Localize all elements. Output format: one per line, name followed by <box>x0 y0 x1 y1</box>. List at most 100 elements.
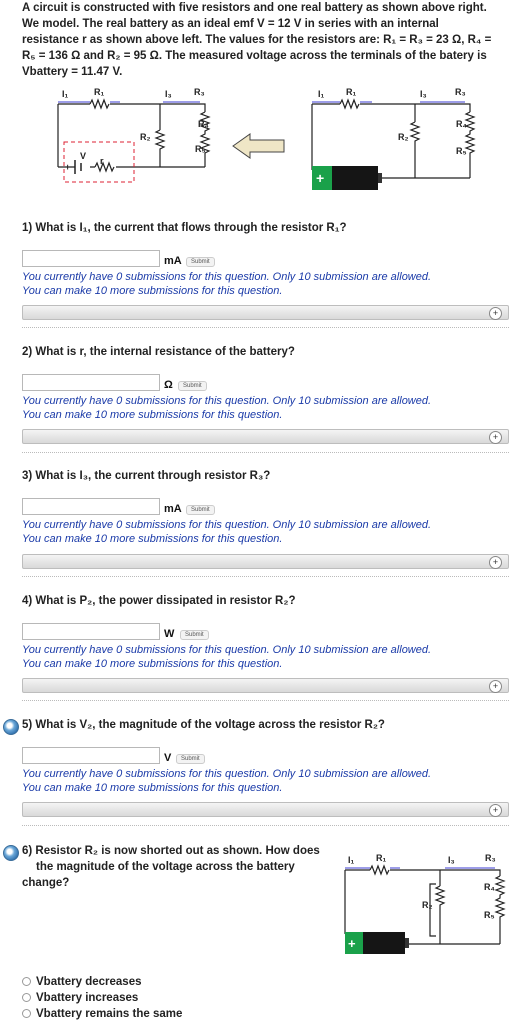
hint-bar-q3[interactable]: + <box>22 554 509 569</box>
submission-count-text: You currently have 0 submissions for thi… <box>22 768 432 780</box>
radio-button[interactable] <box>22 993 31 1003</box>
label-I3: I₃ <box>448 855 455 865</box>
label-R1: R₁ <box>94 87 104 97</box>
expand-icon[interactable]: + <box>489 556 502 569</box>
submission-status: You currently have 0 submissions for thi… <box>22 270 431 298</box>
answer-input-q3[interactable] <box>22 498 160 515</box>
divider <box>22 327 509 328</box>
expand-icon[interactable]: + <box>489 431 502 444</box>
label-R1: R₁ <box>376 853 386 863</box>
hint-bar-q2[interactable]: + <box>22 429 509 444</box>
option-label: Vbattery remains the same <box>36 1008 183 1020</box>
answer-input-q2[interactable] <box>22 374 160 391</box>
option-label: Vbattery increases <box>36 992 139 1004</box>
submit-button-q3[interactable]: Submit <box>186 505 215 515</box>
unit-label: mA <box>164 255 182 267</box>
submit-button-q5[interactable]: Submit <box>176 754 205 764</box>
intro-line: Vbattery = 11.47 V. <box>22 66 123 78</box>
expand-icon[interactable]: + <box>489 804 502 817</box>
question-5: 5) What is V₂, the magnitude of the volt… <box>22 719 385 731</box>
label-R4: R₄ <box>484 882 495 892</box>
divider <box>22 452 509 453</box>
submissions-remaining-text: You can make 10 more submissions for thi… <box>22 285 283 297</box>
unit-label: V <box>164 752 172 764</box>
question-6-line: change? <box>22 877 70 889</box>
submissions-remaining-text: You can make 10 more submissions for thi… <box>22 782 283 794</box>
arrow-icon <box>232 133 285 159</box>
option-remains-same[interactable]: Vbattery remains the same <box>22 1008 182 1020</box>
label-R4: R₄ <box>198 119 209 129</box>
label-R1: R₁ <box>346 87 356 97</box>
submission-count-text: You currently have 0 submissions for thi… <box>22 271 432 283</box>
question-2: 2) What is r, the internal resistance of… <box>22 346 295 358</box>
submission-status: You currently have 0 submissions for thi… <box>22 518 431 546</box>
hint-bar-q4[interactable]: + <box>22 678 509 693</box>
unit-label: mA <box>164 503 182 515</box>
submission-status: You currently have 0 submissions for thi… <box>22 643 431 671</box>
submissions-remaining-text: You can make 10 more submissions for thi… <box>22 658 283 670</box>
question-1: 1) What is I₁, the current that flows th… <box>22 222 347 234</box>
label-R3: R₃ <box>485 853 496 863</box>
divider <box>22 576 509 577</box>
label-R3: R₃ <box>455 87 466 97</box>
submit-button-q1[interactable]: Submit <box>186 257 215 267</box>
battery-icon: + <box>312 166 382 190</box>
question-6-line: the magnitude of the voltage across the … <box>36 861 295 873</box>
hint-bar-q1[interactable]: + <box>22 305 509 320</box>
shorted-circuit-diagram: + I₁ R₁ I₃ R₃ R₄ R₂ R₅ <box>344 853 506 954</box>
svg-text:+: + <box>348 936 356 951</box>
option-label: Vbattery decreases <box>36 976 142 988</box>
question-3: 3) What is I₃, the current through resis… <box>22 470 271 482</box>
problem-statement: A circuit is constructed with five resis… <box>22 0 522 80</box>
label-r: r <box>100 156 104 166</box>
intro-line: R₅ = 136 Ω and R₂ = 95 Ω. The measured v… <box>22 50 487 62</box>
submit-button-q4[interactable]: Submit <box>180 630 209 640</box>
battery-icon: + <box>345 932 409 954</box>
option-decreases[interactable]: Vbattery decreases <box>22 976 141 988</box>
submissions-remaining-text: You can make 10 more submissions for thi… <box>22 533 283 545</box>
label-plus: + <box>65 162 70 172</box>
intro-line: We model. The real battery as an ideal e… <box>22 18 439 30</box>
divider <box>22 825 509 826</box>
submission-count-text: You currently have 0 submissions for thi… <box>22 395 432 407</box>
label-V: V <box>80 151 86 161</box>
label-R2: R₂ <box>140 132 151 142</box>
label-I1: I₁ <box>318 89 325 99</box>
label-R5: R₅ <box>456 146 467 156</box>
label-R5: R₅ <box>484 910 495 920</box>
answer-input-q5[interactable] <box>22 747 160 764</box>
answer-input-q4[interactable] <box>22 623 160 640</box>
submission-count-text: You currently have 0 submissions for thi… <box>22 644 432 656</box>
intro-line: A circuit is constructed with five resis… <box>22 2 487 14</box>
hint-bar-q5[interactable]: + <box>22 802 509 817</box>
unit-label: Ω <box>164 379 173 391</box>
answer-input-q1[interactable] <box>22 250 160 267</box>
label-R5: R₅ <box>195 144 206 154</box>
radio-button[interactable] <box>22 977 31 987</box>
submission-status: You currently have 0 submissions for thi… <box>22 394 431 422</box>
question-bullet-icon <box>3 719 19 735</box>
label-I1: I₁ <box>348 855 355 865</box>
question-bullet-icon <box>3 845 19 861</box>
question-4: 4) What is P₂, the power dissipated in r… <box>22 595 296 607</box>
expand-icon[interactable]: + <box>489 307 502 320</box>
submissions-remaining-text: You can make 10 more submissions for thi… <box>22 409 283 421</box>
label-R4: R₄ <box>456 119 467 129</box>
label-R2: R₂ <box>398 132 409 142</box>
intro-line: resistance r as shown above left. The va… <box>22 34 492 46</box>
divider <box>22 700 509 701</box>
radio-button[interactable] <box>22 1009 31 1019</box>
submission-status: You currently have 0 submissions for thi… <box>22 767 431 795</box>
label-R2: R₂ <box>422 900 433 910</box>
expand-icon[interactable]: + <box>489 680 502 693</box>
label-I3: I₃ <box>420 89 427 99</box>
label-I3: I₃ <box>165 89 172 99</box>
submit-button-q2[interactable]: Submit <box>178 381 207 391</box>
label-I1: I₁ <box>62 89 69 99</box>
unit-label: W <box>164 628 175 640</box>
circuit-diagram: I₁ R₁ I₃ R₃ R₄ R₂ R₅ V r + + I₁ R₁ I₃ R₃… <box>57 87 476 190</box>
option-increases[interactable]: Vbattery increases <box>22 992 138 1004</box>
question-6: 6) Resistor R₂ is now shorted out as sho… <box>22 843 320 891</box>
submission-count-text: You currently have 0 submissions for thi… <box>22 519 432 531</box>
label-R3: R₃ <box>194 87 205 97</box>
